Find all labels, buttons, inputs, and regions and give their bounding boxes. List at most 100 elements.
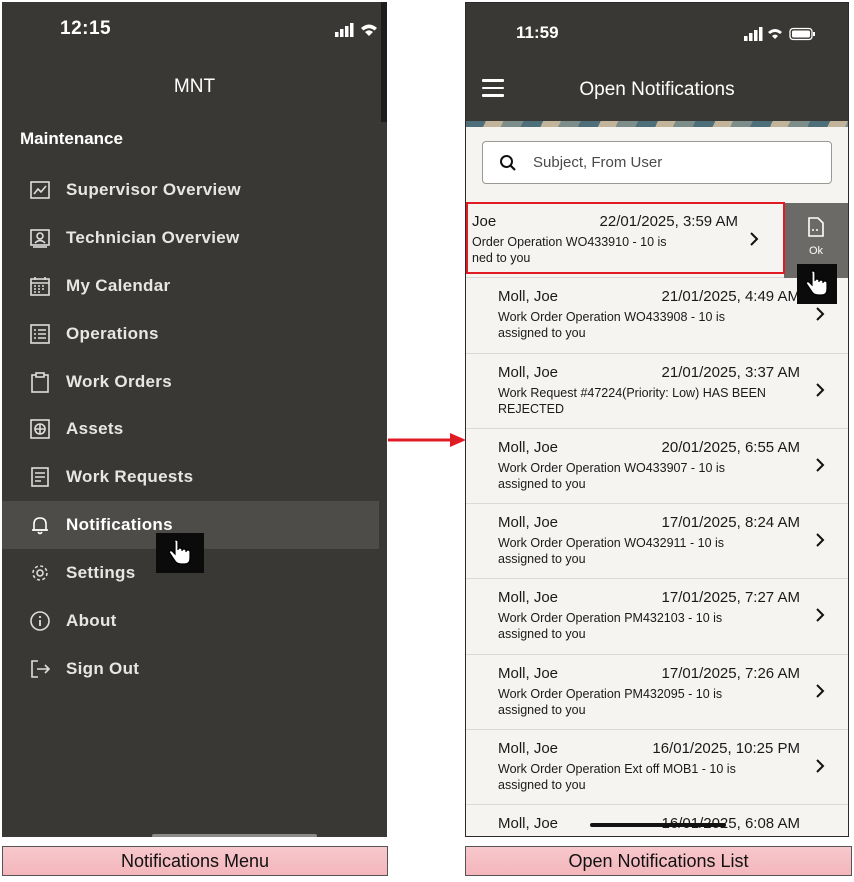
status-icons — [744, 27, 818, 46]
notification-date: 20/01/2025, 6:55 AM — [661, 438, 800, 456]
caption-left: Notifications Menu — [2, 846, 388, 876]
chevron-right-icon — [816, 533, 825, 547]
notification-subject: Work Order Operation WO433908 - 10 is ass… — [498, 310, 725, 341]
menu-item-assets[interactable]: Assets — [2, 405, 379, 453]
list-icon — [28, 322, 52, 346]
header-pattern — [466, 121, 848, 127]
menu-item-operations[interactable]: Operations — [2, 310, 379, 358]
right-phone-screen: 11:59 Open Notifications Joe 22/01/2025,… — [465, 2, 849, 837]
chevron-right-icon — [816, 382, 825, 397]
notification-subject: Work Order Operation PM432095 - 10 is ass… — [498, 686, 723, 717]
notification-from: Moll, Joe — [498, 589, 559, 607]
notification-subject: Work Request #47224(Priority: Low) HAS B… — [498, 385, 766, 416]
notification-row[interactable]: Moll, Joe 16/01/2025, 6:08 AM — [466, 805, 848, 837]
bell-icon — [28, 513, 52, 537]
search-input[interactable] — [531, 153, 791, 172]
menu-item-sign-out[interactable]: Sign Out — [2, 645, 379, 693]
menu-label: Operations — [66, 323, 159, 343]
sign-out-icon — [28, 657, 52, 681]
menu-item-work-orders[interactable]: Work Orders — [2, 358, 379, 406]
notification-date: 21/01/2025, 3:37 AM — [661, 363, 800, 381]
menu-item-supervisor-overview[interactable]: Supervisor Overview — [2, 166, 379, 214]
notification-list: Joe 22/01/2025, 3:59 AM Order Operation … — [466, 203, 848, 837]
menu-item-work-requests[interactable]: Work Requests — [2, 453, 379, 501]
info-icon — [28, 609, 52, 633]
notification-row[interactable]: Moll, Joe 17/01/2025, 7:27 AM Work Order… — [466, 579, 848, 655]
clipboard-icon — [28, 370, 52, 394]
notification-date: 17/01/2025, 7:26 AM — [661, 664, 800, 682]
search-field[interactable] — [482, 141, 832, 184]
menu-label: Settings — [66, 563, 136, 583]
signal-wifi-battery-icon — [744, 27, 815, 41]
notification-date: 17/01/2025, 8:24 AM — [661, 514, 800, 532]
calendar-icon — [28, 274, 52, 298]
menu-label: Technician Overview — [66, 227, 240, 247]
notification-from: Moll, Joe — [498, 514, 559, 532]
home-indicator — [152, 834, 317, 837]
menu-item-my-calendar[interactable]: My Calendar — [2, 262, 379, 310]
status-time: 11:59 — [516, 23, 559, 42]
menu-label: About — [66, 610, 117, 630]
gear-icon — [28, 561, 52, 585]
notification-from: Moll, Joe — [498, 288, 559, 306]
notification-row[interactable]: Moll, Joe 17/01/2025, 8:24 AM Work Order… — [466, 504, 848, 580]
notification-row[interactable]: Moll, Joe 21/01/2025, 4:49 AM Work Order… — [466, 278, 848, 354]
chevron-right-icon — [816, 458, 825, 472]
app-title: MNT — [173, 76, 216, 97]
notification-from: Moll, Joe — [498, 664, 559, 682]
signal-wifi-icon — [335, 23, 377, 37]
menu-label: Work Orders — [66, 371, 172, 391]
technician-icon — [28, 226, 52, 250]
menu-item-technician-overview[interactable]: Technician Overview — [2, 214, 379, 262]
app-header: 11:59 Open Notifications — [466, 3, 848, 121]
page-title: Open Notifications — [579, 79, 735, 100]
menu-label: My Calendar — [66, 275, 171, 295]
notification-from: Moll, Joe — [498, 740, 559, 758]
chevron-right-icon — [816, 307, 825, 322]
left-phone-screen: 12:15 MNT Maintenance Supervisor Overvie… — [2, 2, 387, 837]
notification-subject: Order Operation WO433910 - 10 is ned to y… — [472, 235, 667, 265]
notification-subject: Work Order Operation Ext off MOB1 - 10 i… — [498, 762, 736, 793]
notification-from: Joe — [472, 213, 497, 230]
menu-label: Supervisor Overview — [66, 179, 241, 199]
document-icon — [28, 465, 52, 489]
asset-icon — [28, 417, 52, 441]
hand-cursor-icon — [797, 264, 837, 304]
notification-subject: Work Order Operation PM432103 - 10 is ass… — [498, 611, 723, 642]
menu-label: Assets — [66, 419, 124, 439]
notification-from: Moll, Joe — [498, 363, 559, 381]
menu-label: Sign Out — [66, 658, 140, 678]
notification-subject — [498, 836, 798, 837]
notification-row[interactable]: Moll, Joe 21/01/2025, 3:37 AM Work Reque… — [466, 353, 848, 429]
search-icon — [500, 154, 516, 171]
caption-right: Open Notifications List — [465, 846, 852, 876]
hand-cursor-icon — [156, 533, 204, 573]
home-indicator — [590, 823, 726, 827]
chevron-right-icon — [816, 608, 825, 623]
notification-from: Moll, Joe — [498, 438, 559, 456]
arrow-right-icon — [388, 433, 466, 447]
notification-row[interactable]: Moll, Joe 16/01/2025, 10:25 PM Work Orde… — [466, 730, 848, 806]
chevron-right-icon — [816, 684, 825, 698]
navigation-menu: Supervisor Overview Technician Overview … — [2, 166, 379, 693]
notification-date: 22/01/2025, 3:59 AM — [599, 213, 738, 230]
scrollbar[interactable] — [381, 2, 387, 122]
notification-date: 17/01/2025, 7:27 AM — [661, 589, 800, 607]
document-icon — [808, 217, 824, 237]
notification-row[interactable]: Moll, Joe 20/01/2025, 6:55 AM Work Order… — [466, 428, 848, 505]
section-title-maintenance: Maintenance — [20, 129, 123, 148]
chevron-right-icon — [816, 759, 825, 773]
status-icons — [335, 22, 385, 43]
ok-action-label: Ok — [808, 245, 824, 257]
notification-subject: Work Order Operation WO432911 - 10 is ass… — [498, 536, 725, 567]
notification-date: 16/01/2025, 10:25 PM — [652, 740, 800, 758]
menu-label: Work Requests — [66, 467, 194, 487]
menu-item-about[interactable]: About — [2, 597, 379, 645]
chevron-right-icon — [750, 232, 759, 246]
notification-date: 21/01/2025, 4:49 AM — [661, 288, 800, 306]
notification-row[interactable]: Joe 22/01/2025, 3:59 AM Order Operation … — [466, 203, 848, 279]
notification-from: Moll, Joe — [498, 815, 559, 833]
notification-row[interactable]: Moll, Joe 17/01/2025, 7:26 AM Work Order… — [466, 654, 848, 731]
chart-icon — [28, 178, 52, 202]
status-time: 12:15 — [60, 18, 112, 39]
